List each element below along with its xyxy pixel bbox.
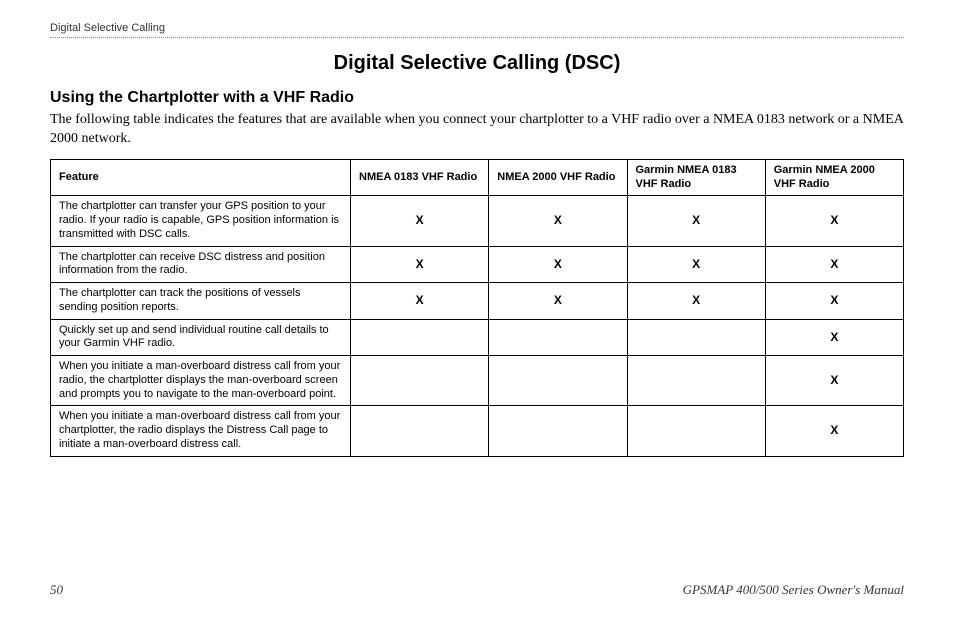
feature-cell: The chartplotter can receive DSC distres… — [51, 246, 351, 283]
mark-cell — [627, 406, 765, 456]
th-garmin0183: Garmin NMEA 0183 VHF Radio — [627, 159, 765, 196]
mark-cell: X — [765, 319, 903, 356]
th-feature: Feature — [51, 159, 351, 196]
table-row: Quickly set up and send individual routi… — [51, 319, 904, 356]
page-number: 50 — [50, 582, 63, 598]
mark-cell — [489, 356, 627, 406]
mark-cell — [627, 319, 765, 356]
table-row: When you initiate a man-overboard distre… — [51, 406, 904, 456]
feature-cell: The chartplotter can transfer your GPS p… — [51, 196, 351, 246]
mark-cell — [351, 356, 489, 406]
mark-cell: X — [351, 283, 489, 320]
th-nmea0183: NMEA 0183 VHF Radio — [351, 159, 489, 196]
table-row: The chartplotter can track the positions… — [51, 283, 904, 320]
page-footer: 50 GPSMAP 400/500 Series Owner's Manual — [50, 582, 904, 598]
feature-table: Feature NMEA 0183 VHF Radio NMEA 2000 VH… — [50, 159, 904, 457]
mark-cell: X — [765, 406, 903, 456]
mark-cell: X — [765, 196, 903, 246]
manual-title: GPSMAP 400/500 Series Owner's Manual — [683, 582, 904, 598]
mark-cell — [489, 406, 627, 456]
mark-cell — [489, 319, 627, 356]
page-title: Digital Selective Calling (DSC) — [50, 52, 904, 75]
mark-cell: X — [489, 283, 627, 320]
intro-paragraph: The following table indicates the featur… — [50, 111, 904, 149]
table-row: The chartplotter can transfer your GPS p… — [51, 196, 904, 246]
th-nmea2000: NMEA 2000 VHF Radio — [489, 159, 627, 196]
mark-cell: X — [765, 283, 903, 320]
th-garmin2000: Garmin NMEA 2000 VHF Radio — [765, 159, 903, 196]
mark-cell: X — [351, 246, 489, 283]
mark-cell: X — [627, 196, 765, 246]
feature-cell: When you initiate a man-overboard distre… — [51, 406, 351, 456]
mark-cell — [351, 406, 489, 456]
mark-cell — [627, 356, 765, 406]
mark-cell: X — [489, 246, 627, 283]
table-header-row: Feature NMEA 0183 VHF Radio NMEA 2000 VH… — [51, 159, 904, 196]
mark-cell — [351, 319, 489, 356]
mark-cell: X — [627, 246, 765, 283]
mark-cell: X — [765, 356, 903, 406]
mark-cell: X — [489, 196, 627, 246]
table-row: When you initiate a man-overboard distre… — [51, 356, 904, 406]
mark-cell: X — [627, 283, 765, 320]
mark-cell: X — [351, 196, 489, 246]
section-subtitle: Using the Chartplotter with a VHF Radio — [50, 89, 904, 107]
feature-cell: The chartplotter can track the positions… — [51, 283, 351, 320]
running-header: Digital Selective Calling — [50, 22, 904, 38]
mark-cell: X — [765, 246, 903, 283]
feature-cell: When you initiate a man-overboard distre… — [51, 356, 351, 406]
table-row: The chartplotter can receive DSC distres… — [51, 246, 904, 283]
feature-cell: Quickly set up and send individual routi… — [51, 319, 351, 356]
